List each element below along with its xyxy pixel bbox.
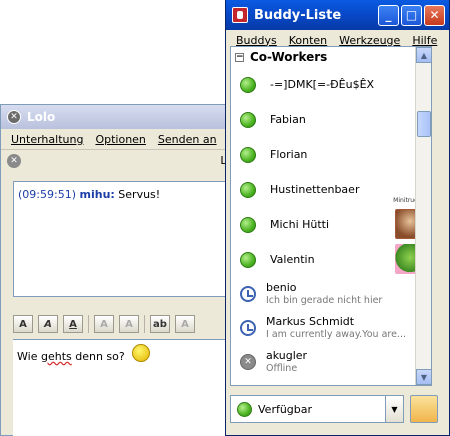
group-name: Co-Workers	[250, 50, 328, 64]
online-status-icon	[240, 216, 256, 233]
chat-titlebar[interactable]: ✕ Lolo	[1, 105, 239, 129]
buddy-status-message: Ich bin gerade nicht hier	[266, 295, 383, 306]
buddy-name: Hustinettenbaer	[270, 183, 360, 196]
buddy-info: akugler Offline	[266, 349, 307, 375]
toolbar-separator	[88, 315, 89, 333]
offline-status-icon: ✕	[240, 354, 256, 370]
group-header[interactable]: − Co-Workers	[231, 47, 431, 67]
font-face-button[interactable]: A	[175, 315, 195, 333]
status-selector-label: Verfügbar	[258, 402, 313, 416]
buddy-row[interactable]: Michi Hütti	[231, 207, 431, 242]
buddy-row[interactable]: Valentin	[231, 242, 431, 277]
conversation-tab-row: ✕ Lo	[1, 149, 239, 171]
menu-hilfe[interactable]: Hilfe	[412, 34, 437, 47]
chat-history: (09:59:51) mihu: Servus!	[13, 181, 241, 297]
message-timestamp: (09:59:51)	[18, 188, 76, 201]
chat-title: Lolo	[27, 110, 56, 124]
online-status-icon	[240, 111, 256, 128]
menu-senden-an[interactable]: Senden an	[158, 133, 217, 146]
chat-window-icon: ✕	[7, 110, 21, 124]
buddy-status-message: Offline	[266, 363, 298, 374]
menu-buddys[interactable]: Buddys	[236, 34, 277, 47]
buddy-row[interactable]: Hustinettenbaer Minitrucker	[231, 172, 431, 207]
status-selector[interactable]: Verfügbar ▼	[230, 395, 404, 423]
buddy-title: Buddy-Liste	[254, 7, 342, 23]
message-sender: mihu:	[79, 188, 115, 201]
underline-button[interactable]: A	[63, 315, 83, 333]
buddy-row[interactable]: benio Ich bin gerade nicht hier	[231, 277, 431, 311]
online-status-icon	[237, 401, 252, 417]
buddy-name: Florian	[270, 148, 308, 161]
scroll-thumb[interactable]	[417, 111, 431, 137]
buddy-name: Michi Hütti	[270, 218, 330, 231]
buddy-name: Valentin	[270, 253, 315, 266]
buddy-status-message: I am currently away.You are...	[266, 329, 406, 340]
close-tab-icon[interactable]: ✕	[7, 153, 21, 168]
buddy-name: -=]DMK[=-ĐÊu$ÊX	[270, 78, 375, 91]
buddy-name: Fabian	[270, 113, 306, 126]
background-color-button[interactable]: ab	[150, 315, 170, 333]
close-button[interactable]: ✕	[424, 4, 445, 26]
maximize-button[interactable]: □	[401, 4, 422, 26]
message-text: Servus!	[118, 188, 161, 201]
format-toolbar: A A A A A ab A	[13, 311, 241, 337]
input-text-misspelled: gehts	[40, 350, 72, 363]
menu-konten[interactable]: Konten	[289, 34, 327, 47]
smiley-icon	[132, 344, 151, 362]
chat-window: ✕ Lolo Unterhaltung Optionen Senden an ✕…	[0, 104, 241, 436]
buddy-icon-button[interactable]	[410, 395, 438, 423]
online-status-icon	[240, 146, 256, 163]
online-status-icon	[240, 251, 256, 268]
buddy-row[interactable]: Fabian	[231, 102, 431, 137]
buddy-footer: Verfügbar ▼	[230, 392, 446, 426]
buddy-name: benio	[266, 281, 297, 294]
menu-optionen[interactable]: Optionen	[95, 133, 145, 146]
input-text-end: denn so?	[71, 350, 125, 363]
chevron-down-icon[interactable]: ▼	[385, 396, 403, 422]
input-text-start: Wie	[17, 350, 41, 363]
message-input[interactable]: Wie gehts denn so?	[13, 339, 241, 436]
window-controls: _ □ ✕	[378, 4, 445, 26]
buddy-list: − Co-Workers -=]DMK[=-ĐÊu$ÊX Fabian Flor…	[230, 46, 432, 386]
scroll-up-icon[interactable]: ▲	[416, 47, 431, 63]
away-status-icon	[240, 286, 256, 302]
collapse-icon[interactable]: −	[235, 52, 244, 62]
chat-menubar: Unterhaltung Optionen Senden an	[1, 129, 239, 149]
bold-button[interactable]: A	[13, 315, 33, 333]
toolbar-separator-2	[144, 315, 145, 333]
buddy-row[interactable]: Florian	[231, 137, 431, 172]
online-status-icon	[240, 181, 256, 198]
scroll-down-icon[interactable]: ▼	[416, 369, 431, 385]
buddy-list-window: Buddy-Liste _ □ ✕ Buddys Konten Werkzeug…	[225, 0, 450, 436]
buddy-row[interactable]: Markus Schmidt I am currently away.You a…	[231, 311, 431, 345]
minimize-button[interactable]: _	[378, 4, 399, 26]
away-status-icon	[240, 320, 256, 336]
buddy-info: Markus Schmidt I am currently away.You a…	[266, 315, 406, 341]
buddy-scrollbar[interactable]: ▲ ▼	[415, 47, 431, 385]
buddy-name: akugler	[266, 349, 308, 362]
menu-werkzeuge[interactable]: Werkzeuge	[339, 34, 400, 47]
buddy-row[interactable]: ✕ akugler Offline	[231, 345, 431, 379]
app-icon	[232, 7, 248, 23]
buddy-name: Markus Schmidt	[266, 315, 355, 328]
online-status-icon	[240, 76, 256, 93]
italic-button[interactable]: A	[38, 315, 58, 333]
buddy-row[interactable]: -=]DMK[=-ĐÊu$ÊX	[231, 67, 431, 102]
buddy-titlebar[interactable]: Buddy-Liste _ □ ✕	[226, 0, 449, 30]
buddy-info: benio Ich bin gerade nicht hier	[266, 281, 382, 307]
font-grow-button[interactable]: A	[94, 315, 114, 333]
font-shrink-button[interactable]: A	[119, 315, 139, 333]
menu-unterhaltung[interactable]: Unterhaltung	[11, 133, 83, 146]
